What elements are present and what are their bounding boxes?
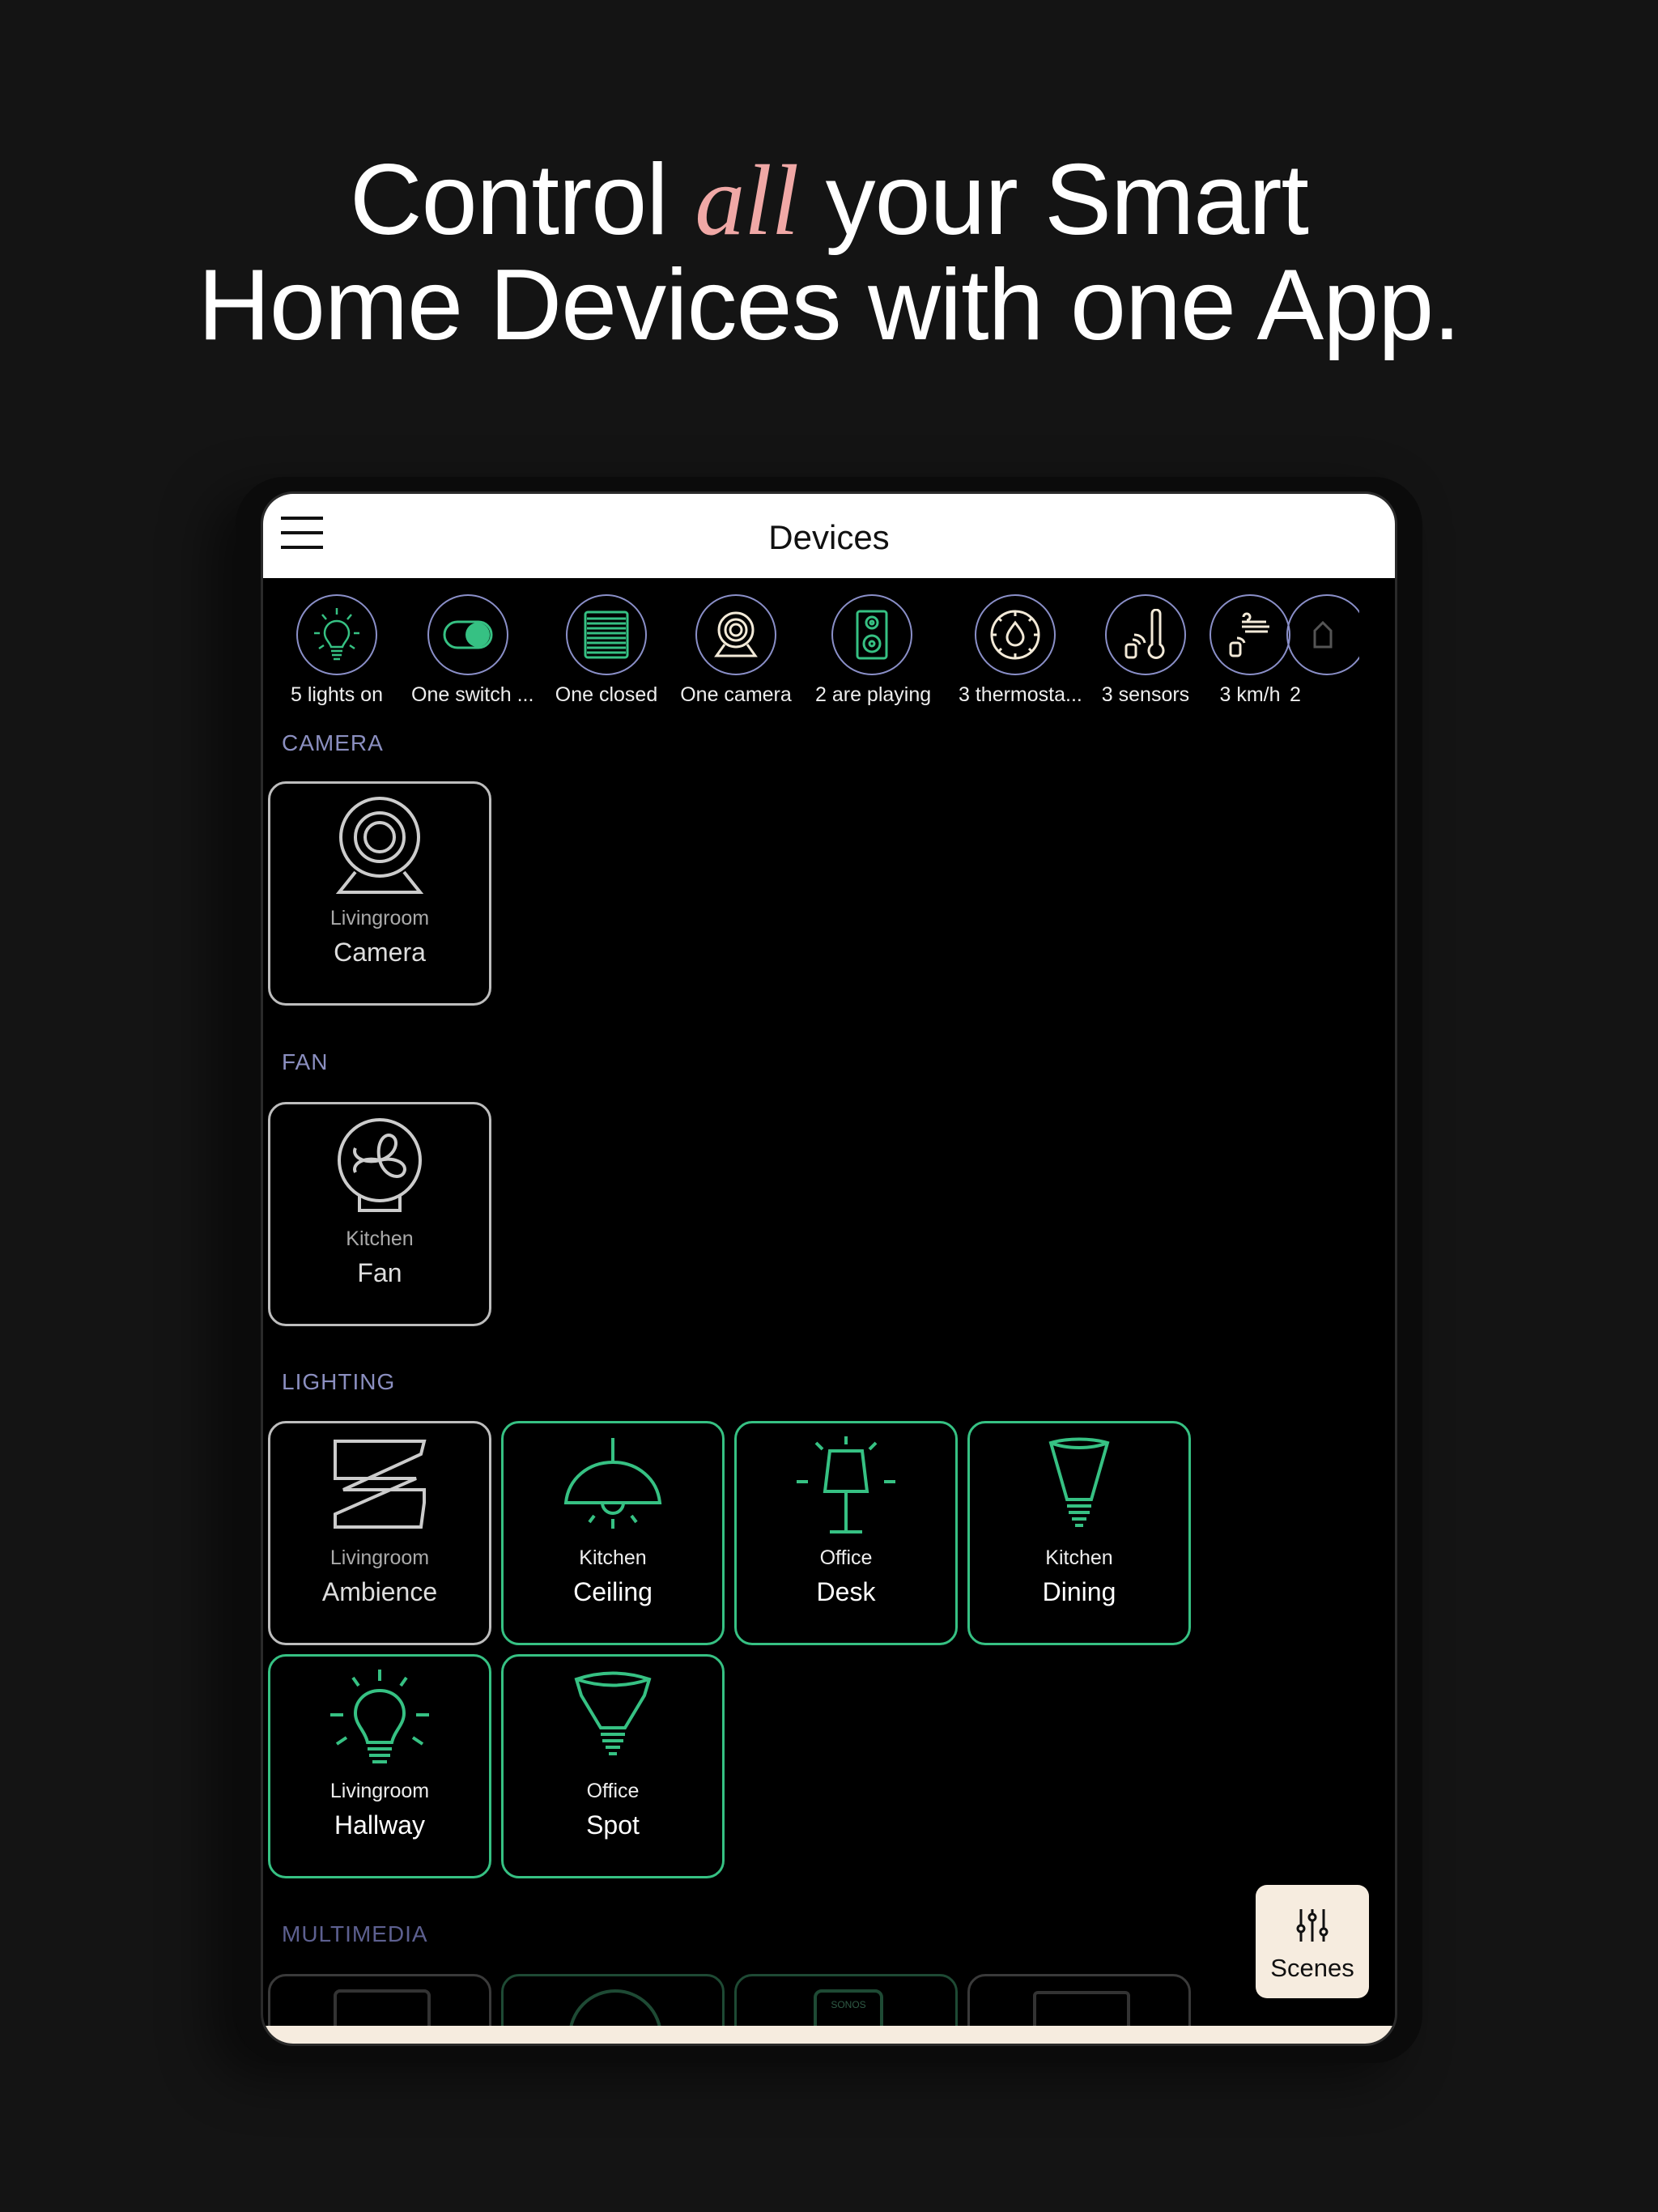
status-label: 3 sensors [1101, 683, 1190, 706]
status-blinds[interactable]: One closed [550, 594, 663, 707]
device-room: Livingroom [329, 1546, 430, 1569]
status-thermostat[interactable]: 3 thermosta... [959, 594, 1082, 707]
device-name: Ambience [321, 1577, 438, 1606]
device-room: Office [586, 1780, 640, 1802]
device-tile-camera[interactable]: Livingroom Camera [268, 781, 491, 1006]
ceiling-lamp-icon [504, 1435, 722, 1540]
thermostat-icon [975, 594, 1056, 675]
blinds-icon [566, 594, 647, 675]
status-label: 5 lights on [291, 683, 383, 706]
device-room: Kitchen [579, 1546, 647, 1569]
status-switch[interactable]: One switch ... [411, 594, 534, 707]
status-label: One camera [680, 683, 792, 706]
status-camera[interactable]: One camera [679, 594, 793, 707]
camera-icon [270, 795, 489, 900]
desk-lamp-icon [737, 1435, 955, 1540]
wind-icon [1209, 594, 1290, 675]
app-screen: Devices 5 lights on One switch ... One c… [261, 491, 1397, 2046]
status-label: 3 thermosta... [959, 683, 1082, 706]
sliders-icon [1256, 1885, 1369, 1947]
status-speaker[interactable]: 2 are playing [815, 594, 932, 707]
section-title-lighting: LIGHTING [282, 1369, 396, 1394]
page-title: Devices [768, 518, 890, 556]
device-tile-dining[interactable]: Kitchen Dining [967, 1421, 1191, 1645]
device-tile-hallway[interactable]: Livingroom Hallway [268, 1654, 491, 1878]
device-tile-ambience[interactable]: Livingroom Ambience [268, 1421, 491, 1645]
led-strip-icon [270, 1435, 489, 1540]
status-sensors[interactable]: 3 sensors [1089, 594, 1202, 707]
fan-icon [270, 1116, 489, 1221]
toggle-icon [427, 594, 508, 675]
device-room: Office [819, 1546, 873, 1569]
thermometer-sensor-icon [1105, 594, 1186, 675]
device-tile-spot[interactable]: Office Spot [501, 1654, 725, 1878]
section-title-fan: FAN [282, 1049, 329, 1074]
section-title-multimedia: MULTIMEDIA [282, 1921, 428, 1946]
hand-icon [1286, 594, 1359, 675]
spot-bulb-icon [970, 1435, 1188, 1540]
status-label: One switch ... [411, 683, 534, 706]
lightbulb-icon [270, 1668, 489, 1773]
speaker-icon [831, 594, 912, 675]
status-label: 2 [1290, 683, 1301, 706]
status-label: 2 are playing [815, 683, 932, 706]
bottom-bar [263, 2026, 1395, 2044]
device-room: Kitchen [346, 1227, 414, 1250]
scenes-button[interactable]: Scenes [1256, 1885, 1369, 1998]
headline-text: Control [350, 144, 695, 256]
device-tile-desk[interactable]: Office Desk [734, 1421, 958, 1645]
device-tile-ceiling[interactable]: Kitchen Ceiling [501, 1421, 725, 1645]
device-room: Livingroom [329, 907, 430, 929]
lightbulb-icon [296, 594, 377, 675]
device-name: Hallway [334, 1810, 426, 1840]
scenes-label: Scenes [1270, 1954, 1354, 1982]
device-tile-fan[interactable]: Kitchen Fan [268, 1102, 491, 1326]
device-name: Camera [334, 938, 426, 967]
section-title-camera: CAMERA [282, 730, 384, 755]
headline-line-2: Home Devices with one App. [198, 249, 1460, 361]
headline-line-1: Control all your Smart [0, 150, 1658, 251]
device-name: Ceiling [573, 1577, 653, 1606]
device-name: Dining [1042, 1577, 1116, 1606]
status-label: One closed [555, 683, 658, 706]
device-name: Spot [586, 1810, 640, 1840]
status-lights[interactable]: 5 lights on [280, 594, 393, 707]
device-name: Fan [357, 1258, 402, 1287]
headline-accent: all [695, 145, 799, 256]
spot-bulb-icon [504, 1668, 722, 1773]
device-name: Desk [816, 1577, 876, 1606]
device-room: Kitchen [1045, 1546, 1113, 1569]
app-header: Devices [263, 494, 1395, 578]
device-room: Livingroom [329, 1780, 430, 1802]
camera-icon [695, 594, 776, 675]
status-hand[interactable]: 2 [1286, 594, 1359, 707]
headline-text: your Smart [798, 144, 1309, 256]
